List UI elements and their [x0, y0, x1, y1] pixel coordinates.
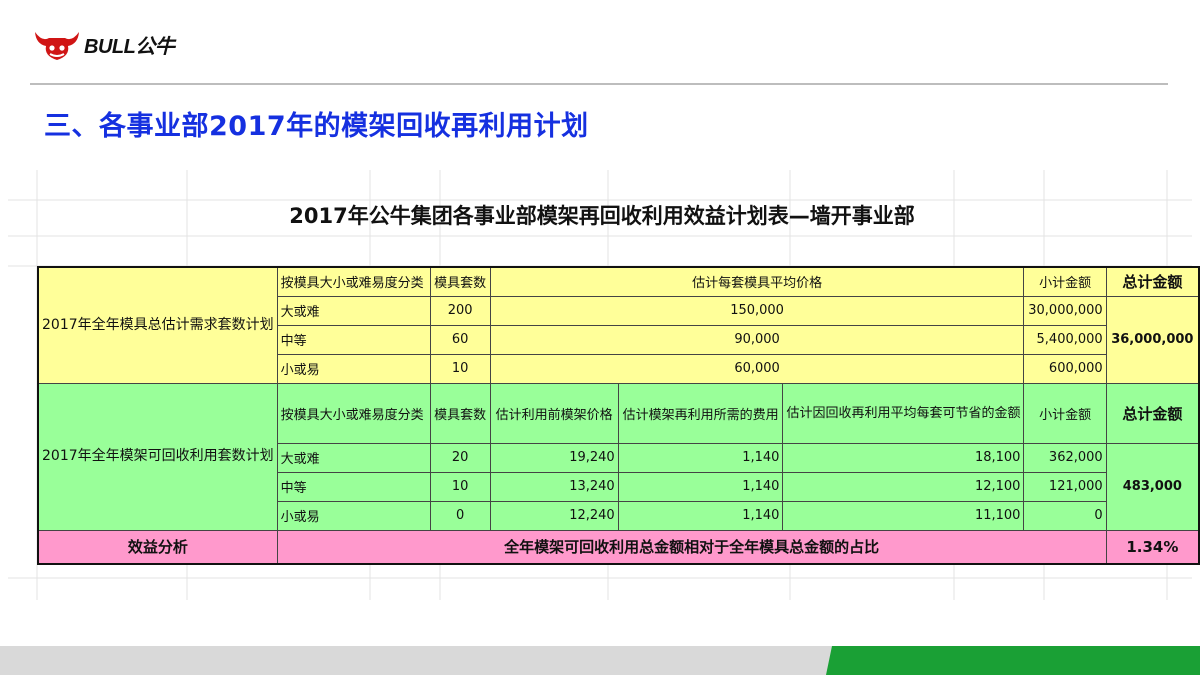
- section2-label: 2017年全年模架可回收利用套数计划: [37, 382, 278, 531]
- section1-label: 2017年全年模具总估计需求套数计划: [37, 266, 278, 384]
- row-category: 大或难: [276, 295, 431, 326]
- section2-total: 483,000: [1105, 442, 1200, 531]
- row-subtotal: 362,000: [1023, 442, 1107, 473]
- row-subtotal: 121,000: [1023, 471, 1107, 502]
- row-count: 0: [429, 500, 491, 531]
- row-subtotal: 5,400,000: [1023, 324, 1107, 355]
- row-price: 60,000: [489, 353, 1025, 384]
- footer-bar-green: [826, 646, 1200, 675]
- analysis-label: 效益分析: [37, 529, 278, 565]
- footer-bar-gray: [0, 646, 840, 675]
- row-subtotal: 0: [1023, 500, 1107, 531]
- row-category: 小或易: [276, 353, 431, 384]
- section1-header-price: 估计每套模具平均价格: [489, 266, 1025, 297]
- row-count: 10: [429, 353, 491, 384]
- recycling-plan-table: 2017年全年模具总估计需求套数计划 按模具大小或难易度分类 模具套数 估计每套…: [37, 266, 1200, 565]
- row-price: 150,000: [489, 295, 1025, 326]
- section2-header-subtotal: 小计金额: [1023, 382, 1107, 444]
- section2-header-category: 按模具大小或难易度分类: [276, 382, 431, 444]
- row-price: 90,000: [489, 324, 1025, 355]
- row-category: 中等: [276, 324, 431, 355]
- header-divider: [30, 83, 1168, 85]
- row-saving: 12,100: [782, 471, 1025, 502]
- row-count: 200: [429, 295, 491, 326]
- row-reuse-cost: 1,140: [617, 500, 784, 531]
- section2-header-count: 模具套数: [429, 382, 491, 444]
- row-category: 大或难: [276, 442, 431, 473]
- section1-header-category: 按模具大小或难易度分类: [276, 266, 431, 297]
- analysis-row: 效益分析 全年模架可回收利用总金额相对于全年模具总金额的占比 1.34%: [37, 529, 1200, 565]
- row-reuse-cost: 1,140: [617, 442, 784, 473]
- row-count: 10: [429, 471, 491, 502]
- row-price-before: 13,240: [489, 471, 619, 502]
- row-saving: 18,100: [782, 442, 1025, 473]
- row-saving: 11,100: [782, 500, 1025, 531]
- logo-text: BULL公牛: [84, 35, 175, 58]
- row-price-before: 12,240: [489, 500, 619, 531]
- section2-header-total: 总计金额: [1105, 382, 1200, 444]
- section2-header-saving: 估计因回收再利用平均每套可节省的金额: [782, 382, 1025, 444]
- row-subtotal: 30,000,000: [1023, 295, 1107, 326]
- row-subtotal: 600,000: [1023, 353, 1107, 384]
- row-category: 小或易: [276, 500, 431, 531]
- row-count: 60: [429, 324, 491, 355]
- section1-header-total: 总计金额: [1105, 266, 1200, 297]
- section1-header-count: 模具套数: [429, 266, 491, 297]
- section2-header-reuse-cost: 估计模架再利用所需的费用: [617, 382, 784, 444]
- analysis-value: 1.34%: [1105, 529, 1200, 565]
- analysis-description: 全年模架可回收利用总金额相对于全年模具总金额的占比: [276, 529, 1107, 565]
- slide-title: 三、各事业部2017年的模架回收再利用计划: [44, 111, 589, 142]
- table-title: 2017年公牛集团各事业部模架再回收利用效益计划表—墙开事业部: [289, 204, 915, 228]
- row-reuse-cost: 1,140: [617, 471, 784, 502]
- section2-header-price-before: 估计利用前模架价格: [489, 382, 619, 444]
- section2-header-row: 2017年全年模架可回收利用套数计划 按模具大小或难易度分类 模具套数 估计利用…: [37, 382, 1200, 531]
- section1-header-subtotal: 小计金额: [1023, 266, 1107, 297]
- section1-total: 36,000,000: [1105, 295, 1200, 384]
- bull-logo-icon: [35, 32, 79, 60]
- row-count: 20: [429, 442, 491, 473]
- row-price-before: 19,240: [489, 442, 619, 473]
- company-logo: BULL公牛: [32, 24, 175, 64]
- row-category: 中等: [276, 471, 431, 502]
- section1-header-row: 2017年全年模具总估计需求套数计划 按模具大小或难易度分类 模具套数 估计每套…: [37, 266, 1200, 384]
